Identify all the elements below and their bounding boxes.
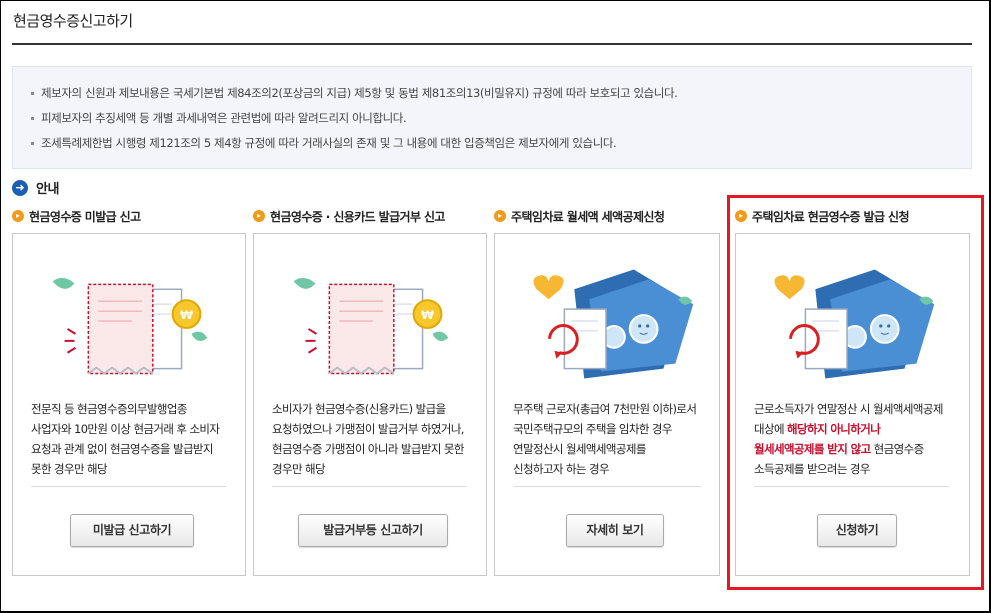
card-title-row: ▸ 현금영수증 미발급 신고 (12, 205, 141, 227)
card-title-row: ▸ 현금영수증 · 신용카드 발급거부 신고 (253, 205, 445, 227)
card-divider (272, 486, 467, 487)
svg-text:₩: ₩ (180, 308, 193, 322)
notice-item: 피제보자의 추징세액 등 개별 과세내역은 관련법에 따라 알려드리지 아니합니… (31, 106, 971, 131)
svg-text:₩: ₩ (421, 308, 434, 322)
arrow-right-circle-icon: ➜ (12, 179, 28, 196)
notice-item: 제보자의 신원과 제보내용은 국세기본법 제84조의2(포상금의 지급) 제5항… (31, 81, 971, 106)
card-unissued: ₩ 전문직 등 현금영수증의무발행업종 사업자와 10만원 이상 현금거래 후 … (12, 233, 246, 576)
title-divider (12, 43, 972, 45)
page-title: 현금영수증신고하기 (13, 12, 133, 30)
card-title: 현금영수증 미발급 신고 (29, 209, 141, 224)
chevron-right-circle-icon: ▸ (12, 210, 24, 222)
chevron-right-circle-icon: ▸ (253, 210, 265, 222)
bullet-dot-icon (31, 92, 34, 95)
view-details-button[interactable]: 자세히 보기 (566, 514, 664, 547)
card-rent-credit: 무주택 근로자(총급여 7천만원 이하)로서 국민주택규모의 주택을 임차한 경… (494, 233, 720, 576)
house-card-receipt-illustration (533, 269, 694, 379)
selection-highlight (727, 195, 984, 590)
card-title-row: ▸ 주택임차료 월세액 세액공제신청 (494, 205, 665, 227)
card-divider (31, 486, 226, 487)
card-description: 전문직 등 현금영수증의무발행업종 사업자와 10만원 이상 현금거래 후 소비… (31, 402, 220, 476)
section-title: 안내 (36, 182, 59, 197)
notice-box: 제보자의 신원과 제보내용은 국세기본법 제84조의2(포상금의 지급) 제5항… (12, 66, 972, 169)
chevron-right-circle-icon: ▸ (494, 210, 506, 222)
notice-text: 제보자의 신원과 제보내용은 국세기본법 제84조의2(포상금의 지급) 제5항… (41, 86, 678, 100)
card-description: 소비자가 현금영수증(신용카드) 발급을 요청하였으나 가맹점이 발급거부 하였… (272, 402, 464, 476)
card-column-unissued: ▸ 현금영수증 미발급 신고 ₩ 전문직 등 현금영수증의무발행업종 사업자와 … (12, 205, 246, 576)
card-title: 현금영수증 · 신용카드 발급거부 신고 (270, 209, 445, 224)
card-column-refusal: ▸ 현금영수증 · 신용카드 발급거부 신고 ₩ 소비자가 현금영수증(신용카드… (253, 205, 487, 576)
card-divider (513, 486, 701, 487)
notice-text: 피제보자의 추징세액 등 개별 과세내역은 관련법에 따라 알려드리지 아니합니… (41, 111, 407, 125)
report-refusal-button[interactable]: 발급거부등 신고하기 (298, 514, 448, 547)
card-column-rent-credit: ▸ 주택임차료 월세액 세액공제신청 무주택 근로자(총급여 7천만원 이하)로… (494, 205, 720, 576)
section-header: ➜ 안내 (12, 178, 59, 197)
card-refusal: ₩ 소비자가 현금영수증(신용카드) 발급을 요청하였으나 가맹점이 발급거부 … (253, 233, 487, 576)
notice-text: 조세특례제한법 시행령 제121조의 5 제4항 규정에 따라 거래사실의 존재… (41, 136, 617, 150)
card-description: 무주택 근로자(총급여 7천만원 이하)로서 국민주택규모의 주택을 임차한 경… (513, 402, 697, 476)
bullet-dot-icon (31, 117, 34, 120)
notice-item: 조세특례제한법 시행령 제121조의 5 제4항 규정에 따라 거래사실의 존재… (31, 131, 971, 156)
report-unissued-button[interactable]: 미발급 신고하기 (70, 514, 194, 547)
receipt-coin-illustration: ₩ (52, 277, 208, 375)
receipt-coin-illustration: ₩ (293, 277, 449, 375)
card-title: 주택임차료 월세액 세액공제신청 (511, 209, 665, 224)
bullet-dot-icon (31, 142, 34, 145)
